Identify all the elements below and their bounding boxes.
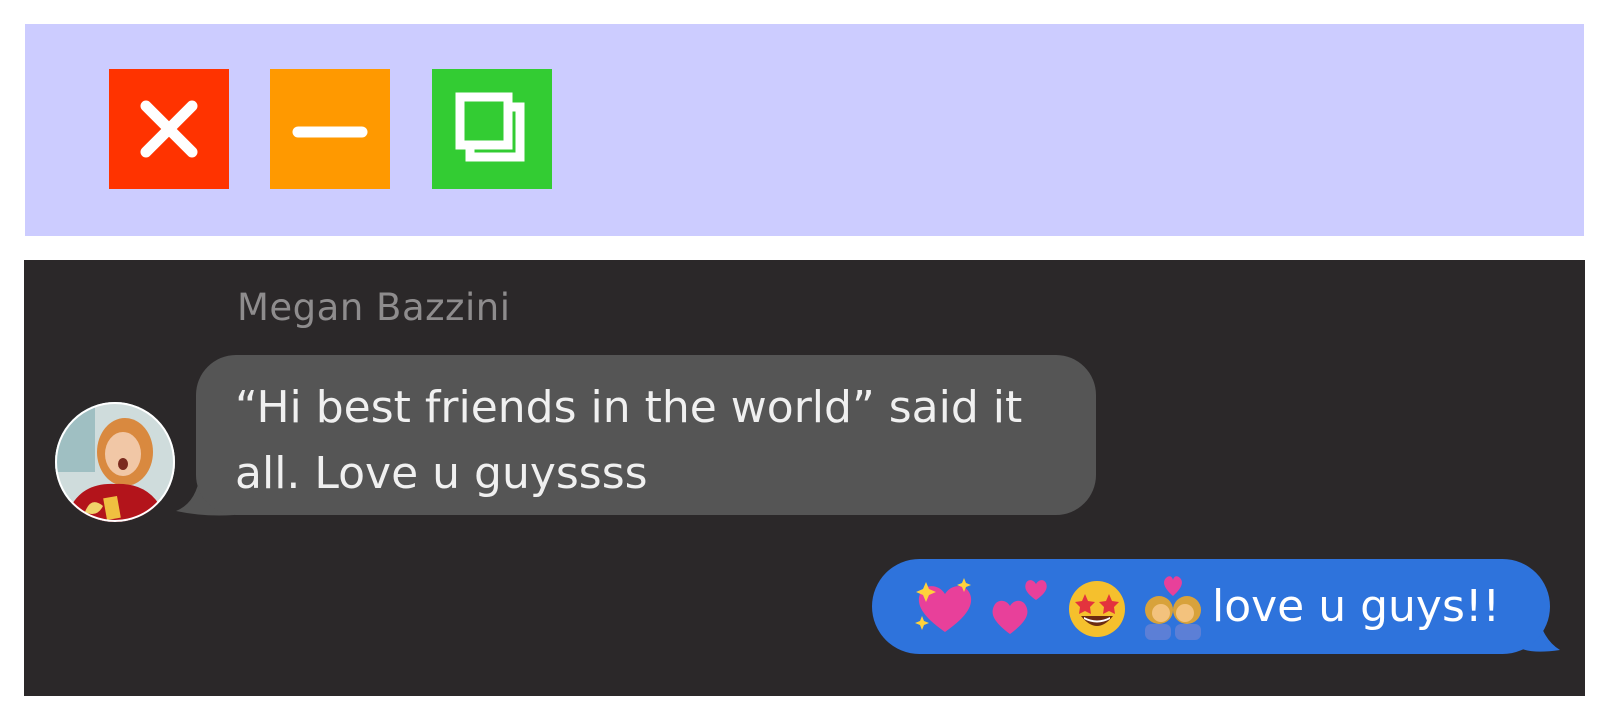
incoming-message-bubble[interactable]: “Hi best friends in the world” said it a… — [196, 355, 1096, 515]
two-hearts-emoji — [992, 579, 1047, 634]
maximize-icon — [432, 69, 552, 189]
close-icon — [109, 69, 229, 189]
window-titlebar — [25, 24, 1584, 236]
avatar[interactable] — [55, 402, 175, 522]
outgoing-message-bubble[interactable]: love u guys!! — [872, 559, 1550, 654]
close-button[interactable] — [109, 69, 229, 189]
avatar-photo — [55, 402, 175, 522]
sender-name: Megan Bazzini — [237, 286, 511, 329]
emoji-group — [912, 574, 1206, 640]
conversation-panel: Megan Bazzini “Hi best friends in the wo… — [24, 260, 1585, 696]
minimize-button[interactable] — [270, 69, 390, 189]
sparkling-heart-emoji — [915, 577, 972, 632]
outgoing-message-text: love u guys!! — [1212, 581, 1501, 632]
star-struck-emoji — [1069, 580, 1125, 637]
maximize-button[interactable] — [432, 69, 552, 189]
kiss-women-emoji — [1145, 575, 1201, 640]
incoming-message-text: “Hi best friends in the world” said it a… — [235, 382, 1023, 499]
minimize-icon — [270, 69, 390, 189]
